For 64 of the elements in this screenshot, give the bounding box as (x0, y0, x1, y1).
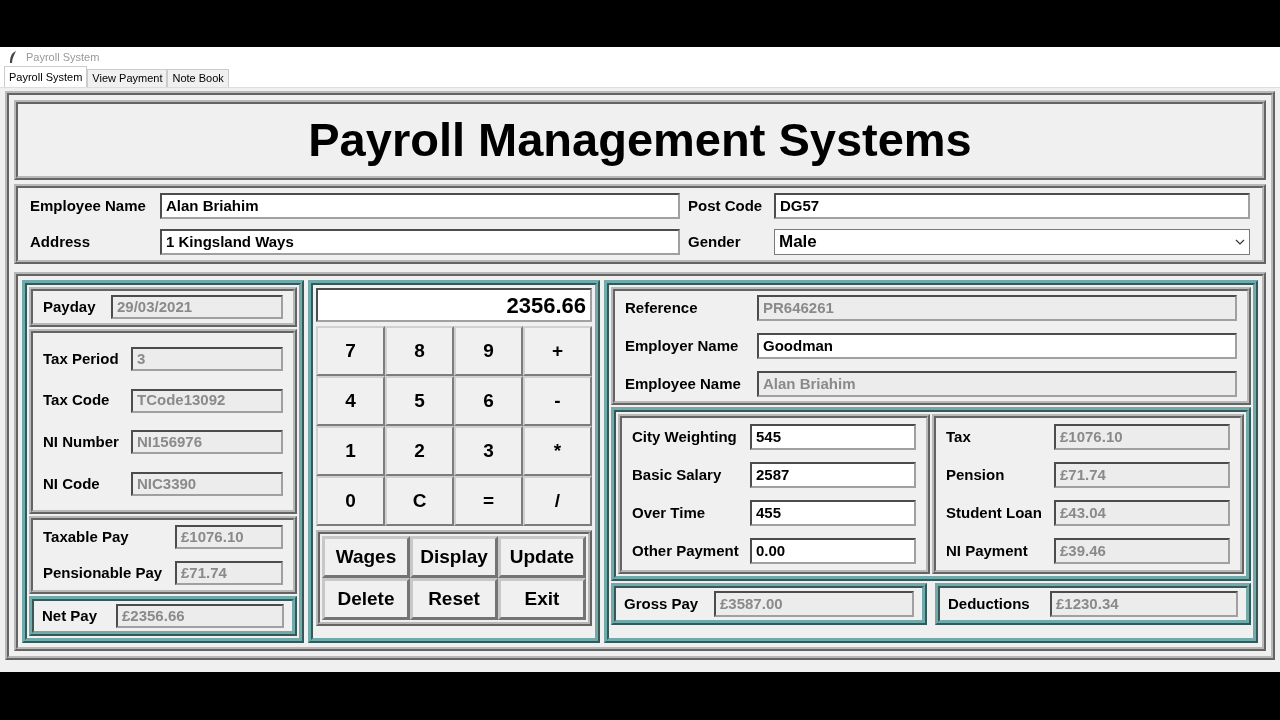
action-button[interactable]: Update (498, 536, 586, 578)
calculator-key[interactable]: 8 (385, 326, 454, 376)
input-field[interactable]: 1 Kingsland Ways (160, 229, 680, 255)
field-label: Reference (625, 297, 699, 318)
field-label: Gender (688, 231, 742, 252)
action-button[interactable]: Display (410, 536, 498, 578)
field-label: NI Number (43, 432, 120, 453)
input-field[interactable]: DG57 (774, 193, 1250, 219)
dropdown[interactable]: Male (774, 229, 1250, 255)
calculator-key[interactable]: = (454, 476, 523, 526)
input-field[interactable]: 455 (750, 500, 916, 526)
action-button[interactable]: Wages (322, 536, 410, 578)
calculator-key[interactable]: 5 (385, 376, 454, 426)
chevron-down-icon (1235, 239, 1245, 245)
field-label: Over Time (632, 502, 707, 523)
field-label: Post Code (688, 195, 764, 216)
field-label: Basic Salary (632, 464, 723, 485)
input-field[interactable]: 545 (750, 424, 916, 450)
field-label: Employee Name (30, 195, 147, 216)
action-button[interactable]: Reset (410, 578, 498, 620)
tab[interactable]: Payroll System (4, 66, 88, 87)
calculator-key[interactable]: 0 (316, 476, 385, 526)
field-label: Other Payment (632, 540, 740, 561)
field-label: NI Code (43, 473, 101, 494)
field-label: Net Pay (42, 605, 99, 626)
calculator-key[interactable]: 6 (454, 376, 523, 426)
field-label: Tax Period (43, 348, 120, 369)
field-label: Deductions (948, 593, 1031, 614)
calculator-key[interactable]: / (523, 476, 592, 526)
calculator-key[interactable]: 2 (385, 426, 454, 476)
input-field[interactable]: Alan Briahim (160, 193, 680, 219)
app-heading: Payroll Management Systems (308, 111, 972, 168)
window-title: Payroll System (26, 49, 100, 65)
field-label: Address (30, 231, 92, 252)
calculator-key[interactable]: 4 (316, 376, 385, 426)
calculator-key[interactable]: - (523, 376, 592, 426)
calculator-key[interactable]: + (523, 326, 592, 376)
input-field[interactable]: 2587 (750, 462, 916, 488)
field-label: Pensionable Pay (43, 562, 164, 583)
calculator-key[interactable]: 9 (454, 326, 523, 376)
field-label: Gross Pay (624, 593, 700, 614)
input-field[interactable]: Goodman (757, 333, 1237, 359)
feather-icon (8, 50, 18, 64)
action-button[interactable]: Exit (498, 578, 586, 620)
field-label: Payday (43, 296, 97, 317)
field-label: Student Loan (946, 502, 1043, 523)
calculator-key[interactable]: 7 (316, 326, 385, 376)
input-field[interactable]: 0.00 (750, 538, 916, 564)
field-label: Employee Name (625, 373, 742, 394)
field-label: Tax Code (43, 390, 111, 411)
field-label: City Weighting (632, 426, 738, 447)
calculator-key[interactable]: 3 (454, 426, 523, 476)
field-label: NI Payment (946, 540, 1029, 561)
field-label: Taxable Pay (43, 526, 130, 547)
tab[interactable]: View Payment (87, 69, 168, 87)
field-label: Employer Name (625, 335, 740, 356)
field-label: Tax (946, 426, 972, 447)
action-button[interactable]: Delete (322, 578, 410, 620)
field-label: Pension (946, 464, 1006, 485)
calculator-key[interactable]: * (523, 426, 592, 476)
calculator-display: 2356.66 (316, 288, 592, 322)
calculator-key[interactable]: 1 (316, 426, 385, 476)
calculator-key[interactable]: C (385, 476, 454, 526)
tab[interactable]: Note Book (167, 69, 229, 87)
